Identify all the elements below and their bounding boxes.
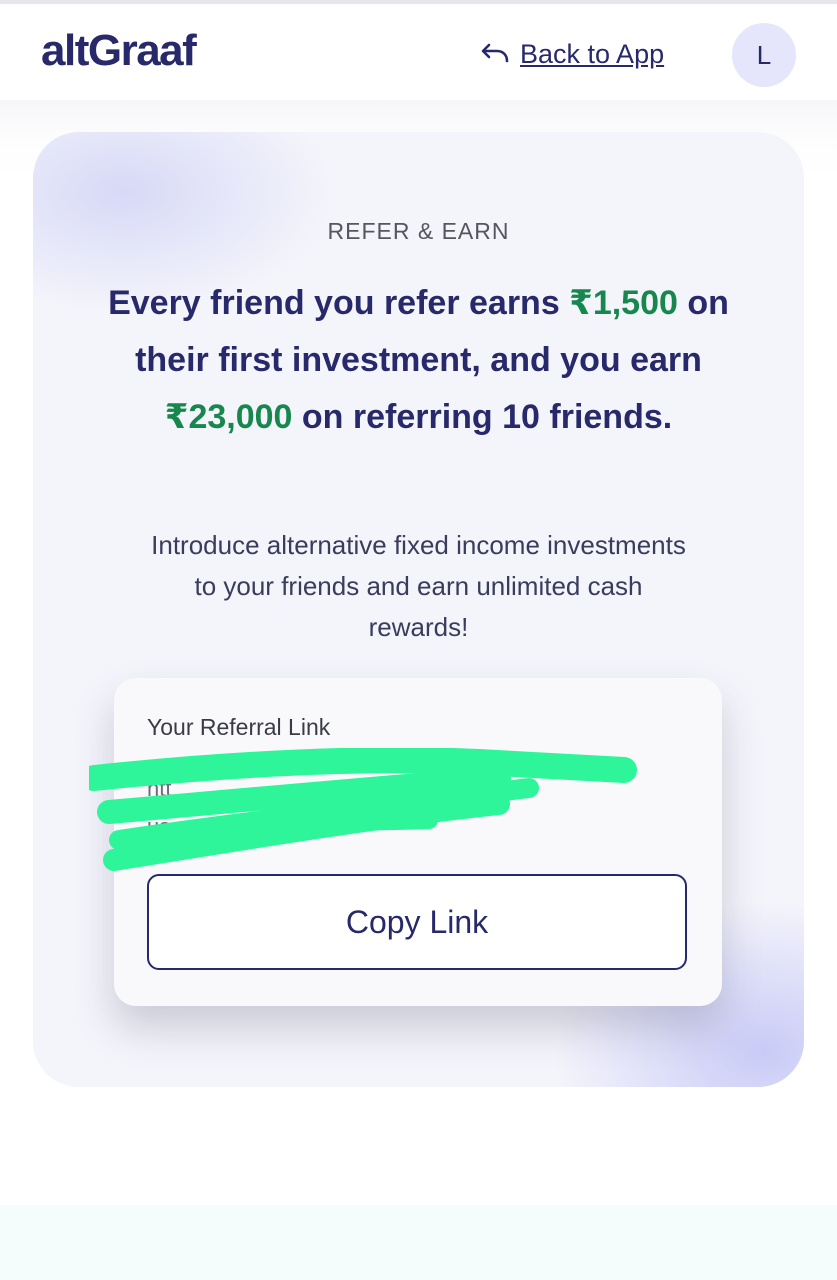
referrer-reward-amount: ₹23,000 [164,398,293,436]
avatar-initial: L [756,39,772,70]
headline-part1: Every friend you refer earns [108,284,570,322]
altgraaf-logo[interactable]: alt Graaf [41,26,197,76]
headline-part3: on referring 10 friends. [292,398,673,436]
referral-headline: Every friend you refer earns ₹1,500 on t… [93,275,744,446]
logo-prefix: alt [41,26,89,75]
friend-reward-amount: ₹1,500 [569,284,678,322]
referral-link-box: Your Referral Link htt uso Copy Link [89,678,722,1006]
logo-suffix: Graaf [87,26,197,75]
referral-link-label: Your Referral Link [147,714,331,740]
bottom-strip [0,1205,837,1280]
redaction-scribble [89,748,637,871]
header: alt Graaf Back to App L [0,4,837,100]
undo-arrow-icon [481,43,509,63]
copy-link-label: Copy Link [345,903,489,940]
referral-description: Introduce alternative fixed income inves… [151,530,686,642]
back-to-app-link[interactable]: Back to App [480,34,664,74]
user-avatar[interactable]: L [732,23,796,87]
section-eyebrow: REFER & EARN [327,218,510,244]
back-to-app-label: Back to App [520,38,665,69]
copy-link-button[interactable]: Copy Link [147,874,687,970]
